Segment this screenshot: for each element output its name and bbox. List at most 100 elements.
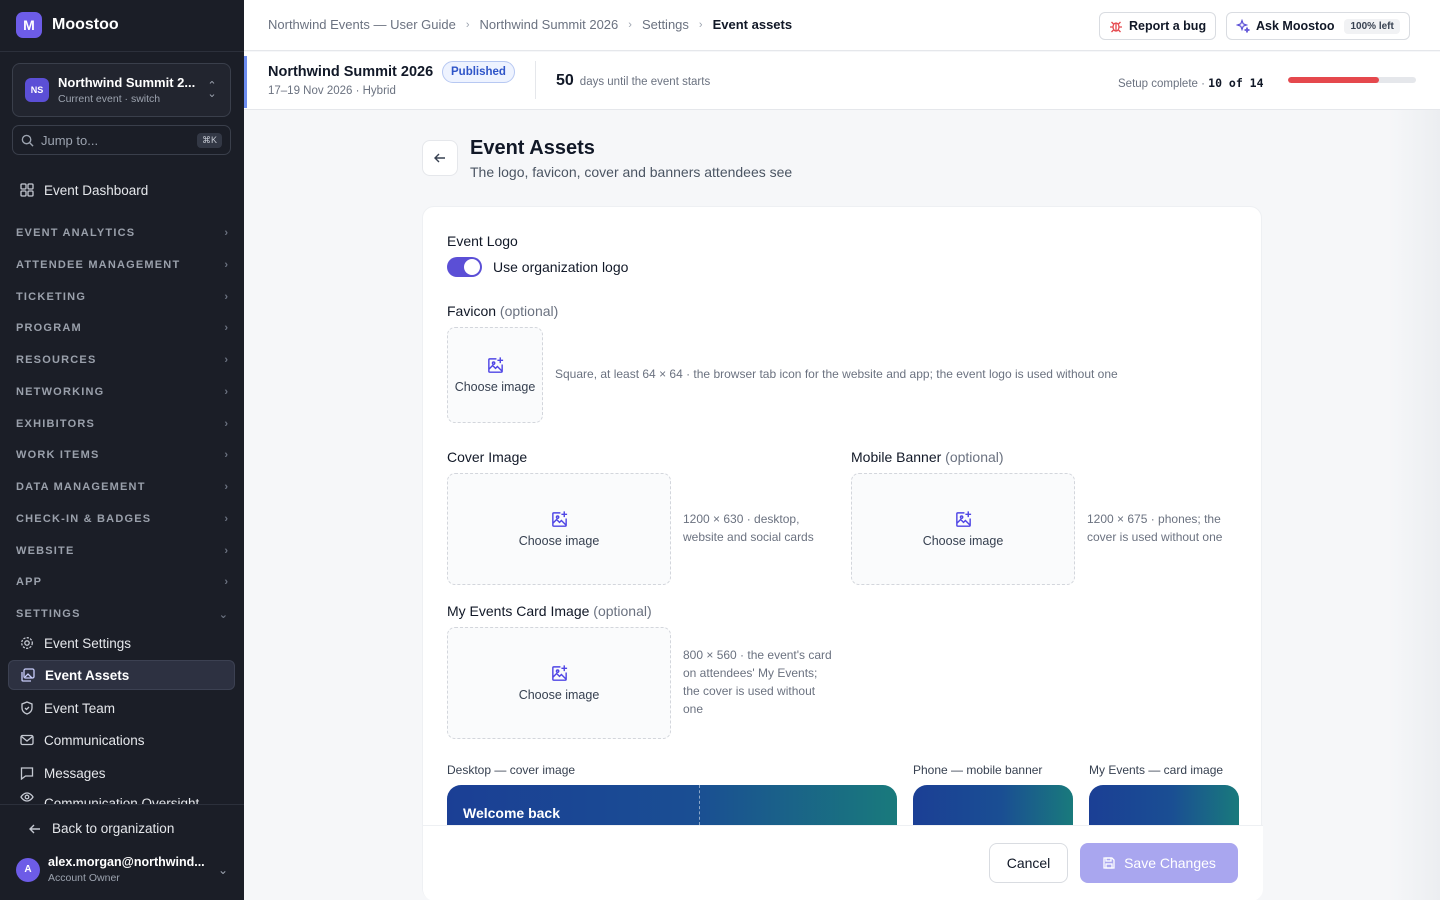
back-to-organization[interactable]: Back to organization [28, 821, 174, 836]
choose-image-label: Choose image [518, 534, 600, 548]
ask-label: Ask Moostoo [1256, 19, 1335, 33]
chevron-right-icon: › [224, 418, 228, 430]
nav-messages[interactable]: Messages [8, 758, 235, 788]
card-image-label: My Events Card Image (optional) [447, 603, 652, 619]
nav-label: Event Settings [44, 635, 132, 651]
nav-section-settings[interactable]: SETTINGS ⌄ [16, 606, 228, 622]
breadcrumb-item[interactable]: Northwind Summit 2026 [480, 17, 619, 32]
chevron-down-icon: ⌄ [217, 862, 228, 877]
nav-communication-oversight[interactable]: Communication Oversight [8, 790, 235, 804]
sidebar: M Moostoo NS Northwind Summit 2... Curre… [0, 0, 244, 900]
mobile-banner-label-text: Mobile Banner [851, 449, 942, 465]
chevron-right-icon: › [224, 259, 228, 271]
setup-progress-bar [1288, 77, 1416, 83]
nav-section-event-analytics[interactable]: EVENT ANALYTICS › [16, 225, 228, 241]
card-preview [1089, 785, 1239, 825]
cancel-button[interactable]: Cancel [989, 843, 1068, 883]
eye-icon [20, 792, 34, 802]
nav-section-data-management[interactable]: DATA MANAGEMENT › [16, 479, 228, 495]
save-changes-button[interactable]: Save Changes [1080, 843, 1238, 883]
divider [0, 51, 244, 52]
sidebar-footer: Back to organization A alex.morgan@north… [0, 804, 244, 900]
section-label: CHECK-IN & BADGES [16, 513, 152, 525]
nav-event-settings[interactable]: Event Settings [8, 628, 235, 658]
use-org-logo-label: Use organization logo [493, 259, 629, 275]
mobile-banner-hint: 1200 × 675 · phones; the cover is used w… [1087, 512, 1223, 544]
shortcut-hint: ⌘K [196, 132, 222, 148]
nav-section-check-in-badges[interactable]: CHECK-IN & BADGES › [16, 511, 228, 527]
jump-placeholder: Jump to... [41, 132, 99, 148]
nav-section-exhibitors[interactable]: EXHIBITORS › [16, 416, 228, 432]
cover-image-dropzone[interactable]: Choose image [447, 473, 671, 585]
phone-preview [913, 785, 1073, 825]
chevron-right-icon: › [224, 576, 228, 588]
setup-label: Setup complete · [1118, 78, 1205, 90]
report-bug-label: Report a bug [1129, 19, 1207, 33]
ask-moostoo-button[interactable]: Ask Moostoo 100% left [1226, 12, 1410, 40]
event-switcher[interactable]: NS Northwind Summit 2... Current event ·… [12, 63, 231, 117]
nav-section-networking[interactable]: NETWORKING › [16, 384, 228, 400]
event-title: Northwind Summit 2026 [268, 64, 434, 80]
nav-section-app[interactable]: APP › [16, 574, 228, 590]
nav-section-work-items[interactable]: WORK ITEMS › [16, 447, 228, 463]
search-icon [21, 134, 34, 147]
use-org-logo-toggle[interactable] [447, 257, 482, 277]
app-logo: M [16, 12, 42, 38]
section-label: WORK ITEMS [16, 449, 100, 461]
chevron-right-icon: › [224, 513, 228, 525]
card-image-hint: 800 × 560 · the event's card on attendee… [683, 648, 832, 716]
jump-to-search[interactable]: Jump to... ⌘K [12, 125, 231, 155]
preview-welcome-text: Welcome back [463, 805, 561, 821]
page-subtitle: The logo, favicon, cover and banners att… [470, 164, 793, 180]
avatar: A [16, 857, 40, 882]
nav-section-program[interactable]: PROGRAM › [16, 320, 228, 336]
image-plus-icon [551, 511, 567, 527]
image-plus-icon [955, 511, 971, 527]
chevron-right-icon: › [628, 18, 632, 31]
nav-label: Event Team [44, 700, 116, 716]
nav-section-attendee-management[interactable]: ATTENDEE MANAGEMENT › [16, 257, 228, 273]
chevron-right-icon: › [224, 545, 228, 557]
section-label: EXHIBITORS [16, 418, 96, 430]
section-label: TICKETING [16, 291, 87, 303]
card-image-dropzone[interactable]: Choose image [447, 627, 671, 739]
nav-section-ticketing[interactable]: TICKETING › [16, 289, 228, 305]
nav-communications[interactable]: Communications [8, 725, 235, 755]
shield-icon [21, 701, 33, 715]
assets-form-card: Event Logo Use organization logo Favicon… [422, 206, 1263, 900]
chevron-down-icon: ⌄ [218, 608, 228, 621]
gear-icon [21, 637, 33, 649]
card-image-label-text: My Events Card Image [447, 603, 590, 619]
choose-image-label: Choose image [518, 688, 600, 702]
mobile-banner-dropzone[interactable]: Choose image [851, 473, 1075, 585]
section-label: PROGRAM [16, 322, 82, 334]
favicon-dropzone[interactable]: Choose image [447, 327, 543, 423]
back-button[interactable] [422, 140, 458, 176]
event-logo-label: Event Logo [447, 233, 518, 249]
breadcrumb-current: Event assets [712, 17, 793, 32]
desktop-preview: Welcome back [447, 785, 897, 825]
breadcrumb-item[interactable]: Settings [642, 17, 689, 32]
form-footer: Cancel Save Changes [423, 825, 1263, 900]
chevron-right-icon: › [224, 354, 228, 366]
image-plus-icon [551, 665, 567, 681]
brand[interactable]: M Moostoo [16, 12, 119, 38]
breadcrumb-item[interactable]: Northwind Events — User Guide [268, 17, 456, 32]
choose-image-label: Choose image [454, 380, 536, 394]
section-label: DATA MANAGEMENT [16, 481, 146, 493]
nav-event-team[interactable]: Event Team [8, 693, 235, 723]
setup-value: 10 of 14 [1208, 76, 1264, 90]
nav-event-dashboard[interactable]: Event Dashboard [8, 175, 235, 205]
chevron-right-icon: › [224, 481, 228, 493]
nav-event-assets[interactable]: Event Assets [8, 660, 235, 690]
report-bug-button[interactable]: Report a bug [1099, 12, 1217, 40]
cover-image-label: Cover Image [447, 449, 528, 465]
chevron-right-icon: › [224, 386, 228, 398]
user-menu[interactable]: A alex.morgan@northwind... Account Owner… [16, 855, 228, 884]
event-switcher-sub: Current event · switch [58, 93, 161, 105]
choose-image-label: Choose image [922, 534, 1004, 548]
optional-tag: (optional) [499, 303, 559, 319]
user-email: alex.morgan@northwind... [48, 855, 205, 869]
nav-section-website[interactable]: WEBSITE › [16, 543, 228, 559]
nav-section-resources[interactable]: RESOURCES › [16, 352, 228, 368]
